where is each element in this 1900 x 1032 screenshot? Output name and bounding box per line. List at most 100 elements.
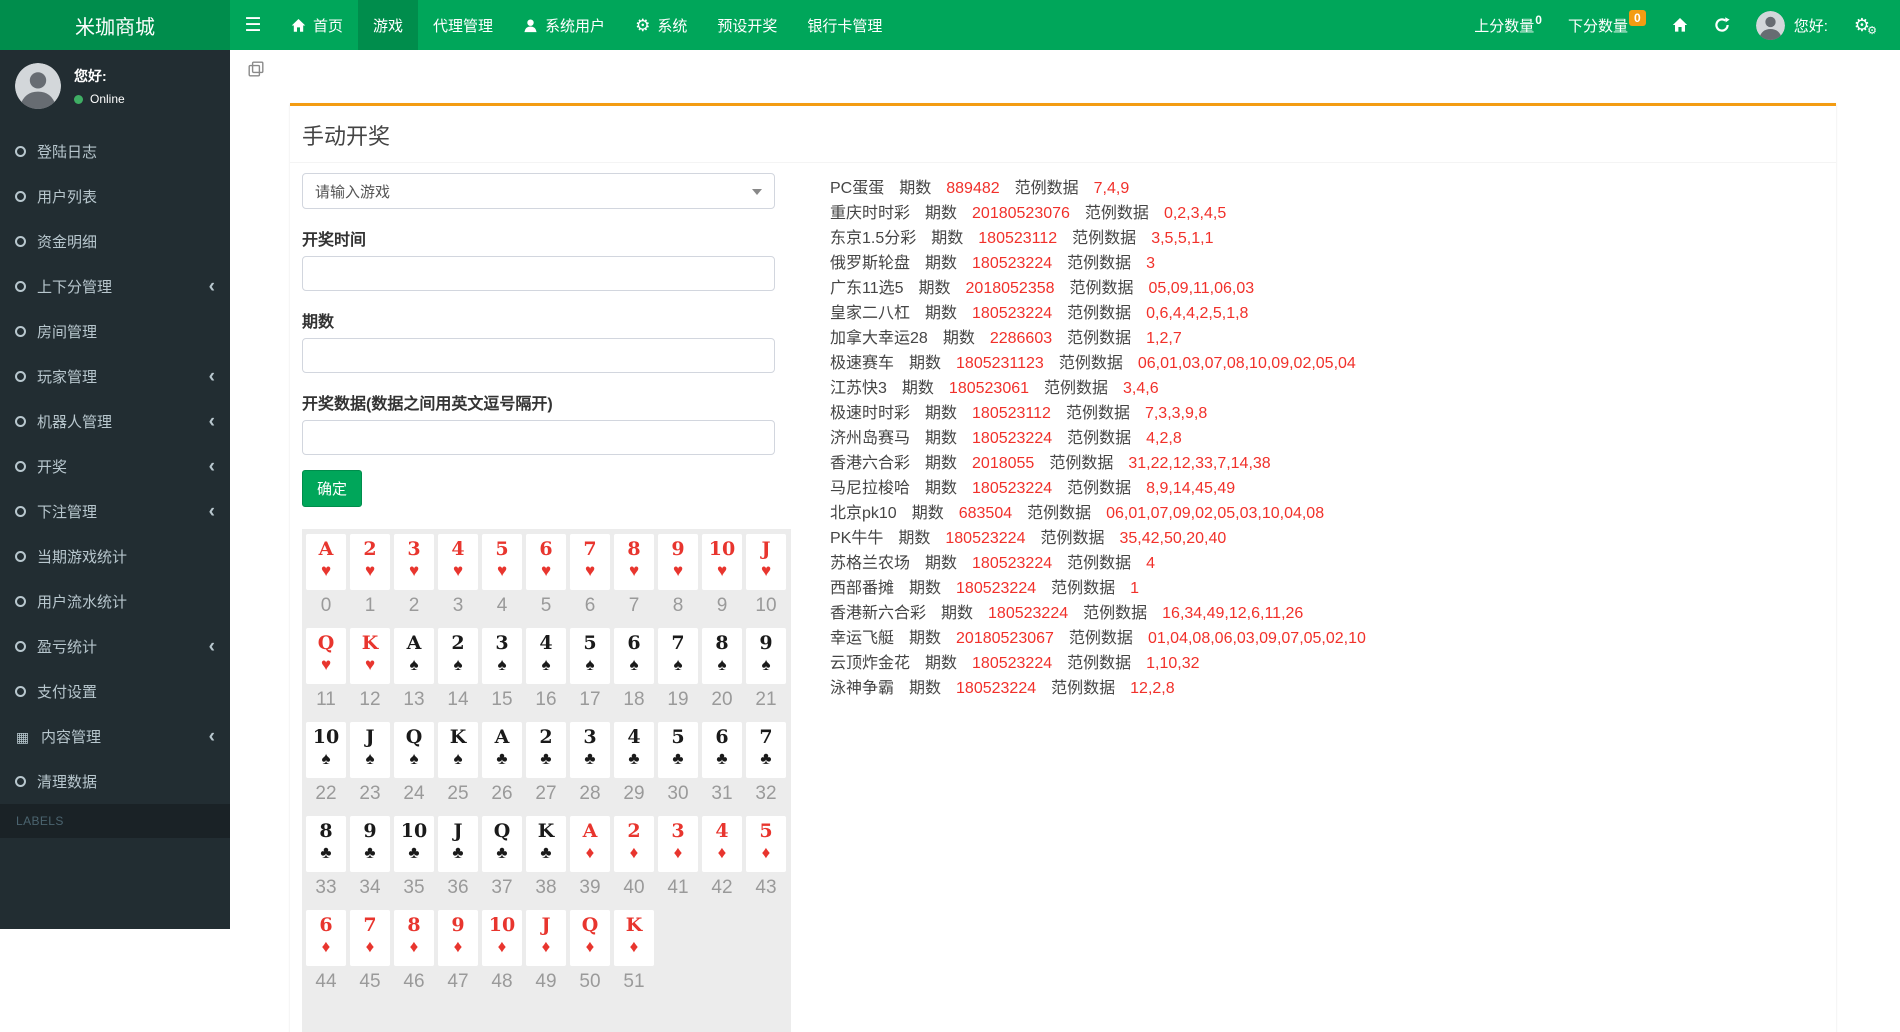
chevron-left-icon: ‹ <box>209 506 215 517</box>
down-score-link[interactable]: 下分数量0 <box>1568 15 1646 36</box>
card-rank: 3 <box>482 632 522 655</box>
card-suit-icon: ♠ <box>394 749 434 768</box>
card-index-number: 33 <box>304 877 348 899</box>
game-select[interactable]: 请输入游戏 <box>302 173 775 209</box>
issue-label: 期数 <box>941 605 973 622</box>
nav-item-bankcard-management[interactable]: 银行卡管理 <box>792 0 897 50</box>
card-rank: A <box>482 726 522 749</box>
nav-item-system[interactable]: ⚙系统 <box>620 0 702 50</box>
playing-card: K♦ <box>614 910 654 966</box>
card-suit-icon: ♠ <box>482 655 522 674</box>
game-sample-value: 3 <box>1146 255 1155 272</box>
circle-outline-icon <box>15 641 26 652</box>
playing-card: 2♥ <box>350 534 390 590</box>
sidebar-item-payment-settings[interactable]: 支付设置 <box>0 669 230 714</box>
card-suit-icon: ♦ <box>658 843 698 862</box>
user-menu[interactable]: 您好: <box>1756 11 1828 40</box>
playing-card: A♥ <box>306 534 346 590</box>
game-name: 香港新六合彩 <box>830 605 926 622</box>
card-index-number: 14 <box>436 689 480 711</box>
playing-card: A♣ <box>482 722 522 778</box>
card-suit-icon: ♦ <box>614 937 654 956</box>
issue-label: 期数 <box>925 205 957 222</box>
refresh-icon[interactable] <box>1714 17 1730 33</box>
sidebar-item-label: 资金明细 <box>37 231 97 252</box>
game-name: 北京pk10 <box>830 505 897 522</box>
chevron-left-icon: ‹ <box>209 731 215 742</box>
issue-number-input[interactable] <box>302 338 775 373</box>
issue-label: 期数 <box>925 455 957 472</box>
game-issue-value: 180523112 <box>972 405 1051 422</box>
game-name: 俄罗斯轮盘 <box>830 255 910 272</box>
sidebar-item-funds-detail[interactable]: 资金明细 <box>0 219 230 264</box>
card-rank: 3 <box>394 538 434 561</box>
game-sample-value: 06,01,07,09,02,05,03,10,04,08 <box>1106 505 1324 522</box>
card-rank: 2 <box>438 632 478 655</box>
nav-item-games[interactable]: 游戏 <box>358 0 418 50</box>
card-suit-icon: ♦ <box>746 843 786 862</box>
sidebar-item-user-list[interactable]: 用户列表 <box>0 174 230 219</box>
card-rank: 6 <box>306 914 346 937</box>
sidebar-item-label: 盈亏统计 <box>37 636 97 657</box>
confirm-button[interactable]: 确定 <box>302 470 362 507</box>
sidebar-item-room-management[interactable]: 房间管理 <box>0 309 230 354</box>
nav-item-system-users[interactable]: 系统用户 <box>508 0 620 50</box>
card-suit-icon: ♥ <box>482 561 522 580</box>
playing-card: J♥ <box>746 534 786 590</box>
sidebar-item-content-management[interactable]: ▦内容管理‹ <box>0 714 230 759</box>
sidebar-toggle-button[interactable]: ☰ <box>230 0 276 50</box>
sample-label: 范例数据 <box>1069 630 1133 647</box>
nav-item-agent-management[interactable]: 代理管理 <box>418 0 508 50</box>
game-issue-value: 180523112 <box>978 230 1057 247</box>
user-icon <box>523 18 538 33</box>
sidebar-item-draw[interactable]: 开奖‹ <box>0 444 230 489</box>
playing-card: 9♦ <box>438 910 478 966</box>
card-suit-icon: ♦ <box>438 937 478 956</box>
game-line: 济州岛赛马期数180523224范例数据4,2,8 <box>830 426 1381 451</box>
sidebar-item-bet-management[interactable]: 下注管理‹ <box>0 489 230 534</box>
sidebar-item-profit-stats[interactable]: 盈亏统计‹ <box>0 624 230 669</box>
card-suit-icon: ♣ <box>614 749 654 768</box>
sidebar-item-player-management[interactable]: 玩家管理‹ <box>0 354 230 399</box>
game-line: 北京pk10期数683504范例数据06,01,07,09,02,05,03,1… <box>830 501 1381 526</box>
settings-gears-icon[interactable]: ⚙⚙ <box>1854 16 1870 34</box>
issue-label: 期数 <box>925 430 957 447</box>
card-index-number: 2 <box>392 595 436 617</box>
up-score-link[interactable]: 上分数量0 <box>1474 15 1542 36</box>
card-rank: 10 <box>482 914 522 937</box>
sidebar-item-login-log[interactable]: 登陆日志 <box>0 129 230 174</box>
brand-logo[interactable]: 米珈商城 <box>0 0 230 50</box>
home-icon <box>291 18 306 33</box>
sidebar-section-header: LABELS <box>0 804 230 838</box>
game-line: PK牛牛期数180523224范例数据35,42,50,20,40 <box>830 526 1381 551</box>
sidebar-item-label: 房间管理 <box>37 321 97 342</box>
card-suit-icon: ♥ <box>306 655 346 674</box>
sidebar-item-user-flow-stats[interactable]: 用户流水统计 <box>0 579 230 624</box>
playing-card: 10♦ <box>482 910 522 966</box>
game-sample-value: 12,2,8 <box>1130 680 1174 697</box>
card-row: A♥2♥3♥4♥5♥6♥7♥8♥9♥10♥J♥ <box>302 532 791 590</box>
sidebar-item-current-game-stats[interactable]: 当期游戏统计 <box>0 534 230 579</box>
game-issue-value: 20180523067 <box>956 630 1054 647</box>
sidebar-item-score-management[interactable]: 上下分管理‹ <box>0 264 230 309</box>
top-navbar: 米珈商城 ☰ 首页游戏代理管理系统用户⚙系统预设开奖银行卡管理 上分数量0 下分… <box>0 0 1900 50</box>
home-icon[interactable] <box>1672 17 1688 33</box>
up-score-label: 上分数量 <box>1474 18 1534 35</box>
card-suit-icon: ♥ <box>526 561 566 580</box>
game-line: 极速时时彩期数180523112范例数据7,3,3,9,8 <box>830 401 1381 426</box>
sidebar-item-robot-management[interactable]: 机器人管理‹ <box>0 399 230 444</box>
sidebar-item-clean-data[interactable]: 清理数据 <box>0 759 230 804</box>
sample-label: 范例数据 <box>1049 455 1113 472</box>
card-rank: 9 <box>658 538 698 561</box>
card-index-number: 23 <box>348 783 392 805</box>
draw-time-input[interactable] <box>302 256 775 291</box>
card-number-row: 3334353637383940414243 <box>302 877 791 899</box>
nav-item-home[interactable]: 首页 <box>276 0 358 50</box>
top-nav-menu: 首页游戏代理管理系统用户⚙系统预设开奖银行卡管理 <box>276 0 897 50</box>
draw-data-input[interactable] <box>302 420 775 455</box>
game-sample-value: 1 <box>1130 580 1139 597</box>
card-index-number: 37 <box>480 877 524 899</box>
nav-item-preset-draw[interactable]: 预设开奖 <box>702 0 792 50</box>
issue-label: 期数 <box>931 230 963 247</box>
small-gear-icon: ⚙ <box>1867 26 1877 37</box>
